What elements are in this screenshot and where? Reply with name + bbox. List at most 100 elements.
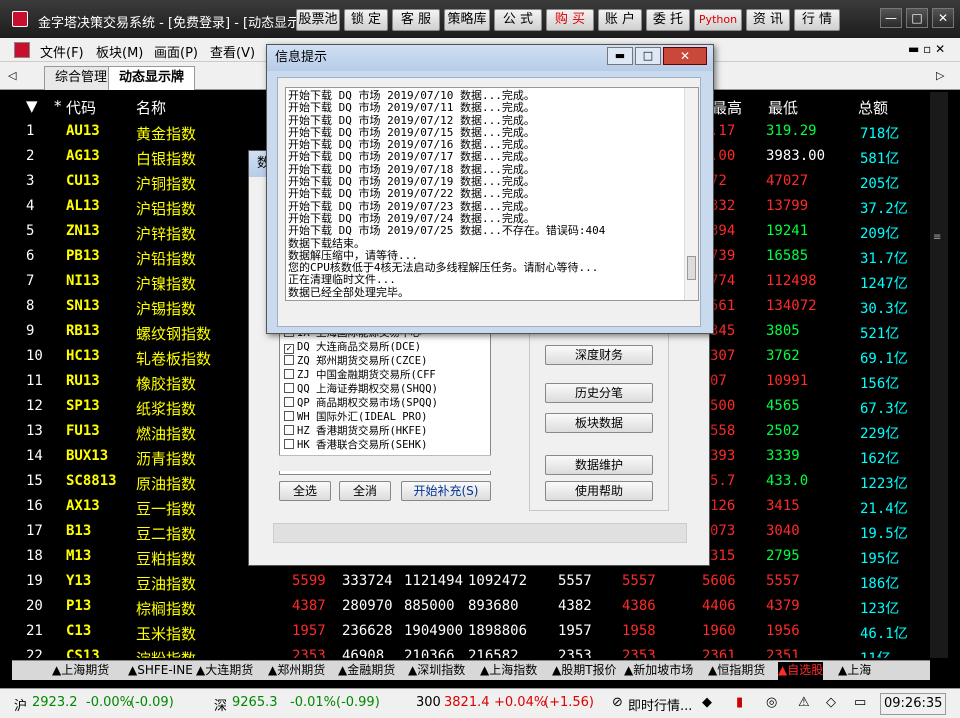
exchange-checkbox[interactable]	[284, 425, 294, 435]
btab-dce[interactable]: ▲大连期货	[196, 662, 253, 680]
row-number: 17	[26, 523, 43, 539]
btab-shanghai[interactable]: ▲上海	[838, 662, 871, 680]
info-minimize-icon[interactable]: ▬	[607, 47, 633, 65]
deep-finance-button[interactable]: 深度财务	[545, 345, 653, 365]
menu-screen[interactable]: 画面(P)	[154, 42, 198, 61]
toolbar-buy-button[interactable]: 购 买	[546, 9, 594, 31]
row-volume: 280970	[342, 598, 393, 614]
tab-overview[interactable]: 综合管理	[44, 66, 119, 90]
block-data-button[interactable]: 板块数据	[545, 413, 653, 433]
close-icon[interactable]: ✕	[932, 8, 954, 28]
btab-hsi-futures[interactable]: ▲恒指期货	[708, 662, 765, 680]
toolbar-python-button[interactable]: Python	[694, 9, 742, 31]
log-scrollbar[interactable]	[684, 88, 698, 300]
row-volume: 236628	[342, 623, 393, 639]
exchange-item[interactable]: ZJ 中国金融期货交易所(CFF	[284, 368, 436, 382]
menu-view[interactable]: 查看(V)	[210, 42, 255, 61]
mdi-controls-icon[interactable]: ▬ ▫ ✕	[908, 42, 945, 56]
maximize-icon[interactable]: □	[906, 8, 928, 28]
row-amount: 21.4亿	[860, 501, 908, 517]
data-maintain-button[interactable]: 数据维护	[545, 455, 653, 475]
clear-all-button[interactable]: 全消	[339, 481, 391, 501]
toolbar-account-button[interactable]: 账 户	[598, 9, 642, 31]
exchange-checkbox[interactable]	[284, 411, 294, 421]
row-amount: 37.2亿	[860, 201, 908, 217]
exchange-list[interactable]: IX 上海国际能源交易中心 ✓ DQ 大连商品交易所(DCE) ZQ 郑州期货交易所(…	[279, 331, 491, 475]
row-number: 16	[26, 498, 43, 514]
exchange-item[interactable]: QP 商品期权交易市场(SPQQ)	[284, 396, 438, 410]
header-amount[interactable]: 总额	[858, 97, 888, 118]
btab-sz-index[interactable]: ▲深圳指数	[408, 662, 465, 680]
menu-file[interactable]: 文件(F)	[40, 42, 84, 61]
btab-singapore[interactable]: ▲新加坡市场	[624, 662, 693, 680]
btab-shfe[interactable]: ▲上海期货	[52, 662, 109, 680]
tag-icon[interactable]: ◇	[826, 695, 836, 710]
row-high: 4406	[702, 598, 736, 614]
exchange-checkbox[interactable]	[284, 369, 294, 379]
header-name[interactable]: 名称	[136, 97, 166, 118]
help-button[interactable]: 使用帮助	[545, 481, 653, 501]
btab-cffex[interactable]: ▲金融期货	[338, 662, 395, 680]
exchange-checkbox[interactable]	[284, 439, 294, 449]
exchange-checkbox[interactable]	[284, 355, 294, 365]
exchange-item[interactable]: QQ 上海证券期权交易(SHQQ)	[284, 382, 438, 396]
btab-watchlist[interactable]: ▲自选股	[778, 662, 824, 680]
btab-option-quote[interactable]: ▲股期T报价	[552, 662, 617, 680]
exchange-item[interactable]: WH 国际外汇(IDEAL PRO)	[284, 410, 428, 424]
toolbar-order-button[interactable]: 委 托	[646, 9, 690, 31]
table-row[interactable]: 21 C13 玉米指数 1957 236628 1904900 1898806 1957 195…	[12, 620, 930, 645]
exchange-item[interactable]: HZ 香港期货交易所(HKFE)	[284, 424, 427, 438]
tab-scroll-right-icon[interactable]: ▷	[936, 69, 944, 82]
info-close-icon[interactable]: ✕	[663, 47, 707, 65]
header-high[interactable]: 最高	[712, 97, 742, 118]
select-all-button[interactable]: 全选	[279, 481, 331, 501]
window-list-icon[interactable]: ▭	[854, 695, 866, 710]
header-low[interactable]: 最低	[768, 97, 798, 118]
toolbar-strategy-button[interactable]: 策略库	[444, 9, 490, 31]
python-icon[interactable]: ◆	[702, 695, 712, 710]
toolbar-lock-button[interactable]: 锁 定	[344, 9, 388, 31]
toolbar-stock-pool-button[interactable]: 股票池	[296, 9, 340, 31]
btab-sh-index[interactable]: ▲上海指数	[480, 662, 537, 680]
database-icon[interactable]: ▮	[736, 695, 743, 710]
exchange-checkbox[interactable]	[284, 397, 294, 407]
toolbar-news-button[interactable]: 资 讯	[746, 9, 790, 31]
table-row[interactable]: 20 P13 棕榈指数 4387 280970 885000 893680 4382 4386 4…	[12, 595, 930, 620]
start-supplement-button[interactable]: 开始补充(S)	[401, 481, 491, 501]
btab-czce[interactable]: ▲郑州期货	[268, 662, 325, 680]
download-log[interactable]: 开始下载 DQ 市场 2019/07/10 数据...完成。 开始下载 DQ 市场…	[285, 87, 699, 301]
table-row[interactable]: 22 CS13 淀粉指数 2353 46908 210366 216582 2353 2353 2…	[12, 645, 930, 658]
btab-shfe-ine[interactable]: ▲SHFE-INE	[128, 662, 193, 680]
exchange-checkbox[interactable]	[284, 383, 294, 393]
toolbar-quotes-button[interactable]: 行 情	[794, 9, 840, 31]
row-name: 沪铝指数	[136, 200, 197, 218]
exchange-list-hscroll[interactable]	[279, 455, 491, 471]
alert-icon[interactable]: ⚠	[798, 695, 810, 710]
row-code: M13	[66, 548, 92, 564]
tab-dynamic-board[interactable]: 动态显示牌	[108, 66, 196, 90]
menu-block[interactable]: 板块(M)	[96, 42, 143, 61]
sh-points: (-0.09)	[130, 695, 174, 710]
grid-scrollbar[interactable]: ≡	[930, 92, 948, 658]
info-maximize-icon[interactable]: □	[635, 47, 661, 65]
row-amount: 186亿	[860, 576, 900, 592]
row-low: 13799	[766, 198, 809, 214]
minimize-icon[interactable]: —	[880, 8, 902, 28]
exchange-item[interactable]: ZQ 郑州期货交易所(CZCE)	[284, 354, 427, 368]
header-code[interactable]: 代码	[66, 97, 96, 118]
row-amount: 521亿	[860, 326, 900, 342]
network-icon[interactable]: ◎	[766, 695, 777, 710]
tab-scroll-left-icon[interactable]: ◁	[8, 69, 16, 82]
i300-change: +0.04%	[494, 695, 547, 710]
exchange-item[interactable]: ✓ DQ 大连商品交易所(DCE)	[284, 340, 421, 354]
history-split-button[interactable]: 历史分笔	[545, 383, 653, 403]
exchange-item[interactable]: HK 香港联合交易所(SEHK)	[284, 438, 427, 452]
sh-value: 2923.2	[32, 695, 78, 710]
row-number: 12	[26, 398, 43, 414]
sort-down-icon[interactable]: ▼	[26, 97, 38, 115]
ticker-text[interactable]: 即时行情...	[628, 695, 692, 714]
table-row[interactable]: 19 Y13 豆油指数 5599 333724 1121494 1092472 5557 555…	[12, 570, 930, 595]
toolbar-service-button[interactable]: 客 服	[392, 9, 440, 31]
toolbar-formula-button[interactable]: 公 式	[494, 9, 542, 31]
exchange-checkbox[interactable]: ✓	[284, 344, 294, 354]
